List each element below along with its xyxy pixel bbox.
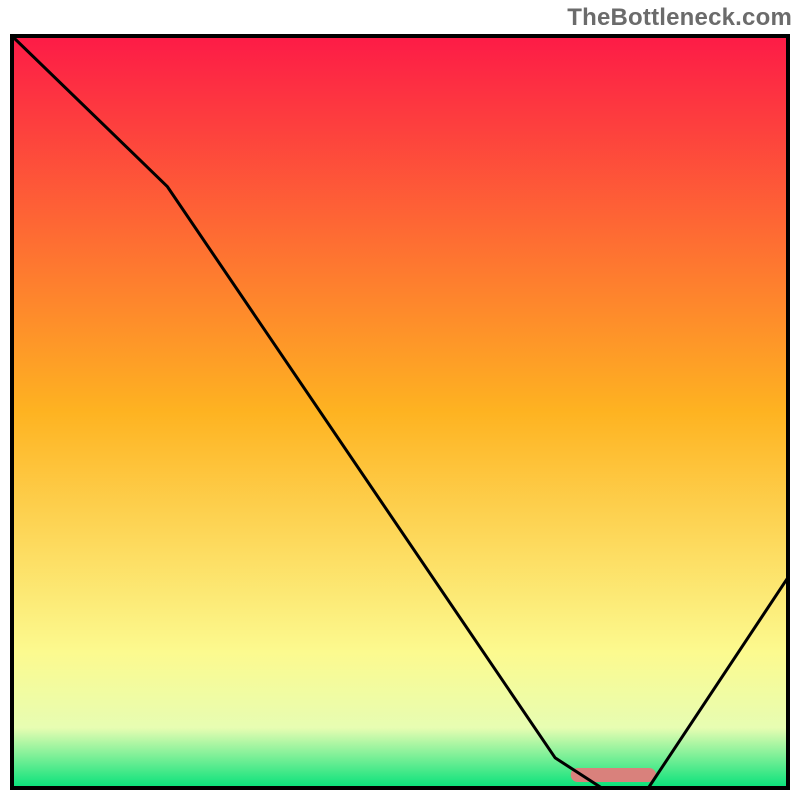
watermark-text: TheBottleneck.com [567,4,792,32]
plot-area [12,36,788,788]
bottleneck-chart [0,0,800,800]
chart-container: TheBottleneck.com [0,0,800,800]
